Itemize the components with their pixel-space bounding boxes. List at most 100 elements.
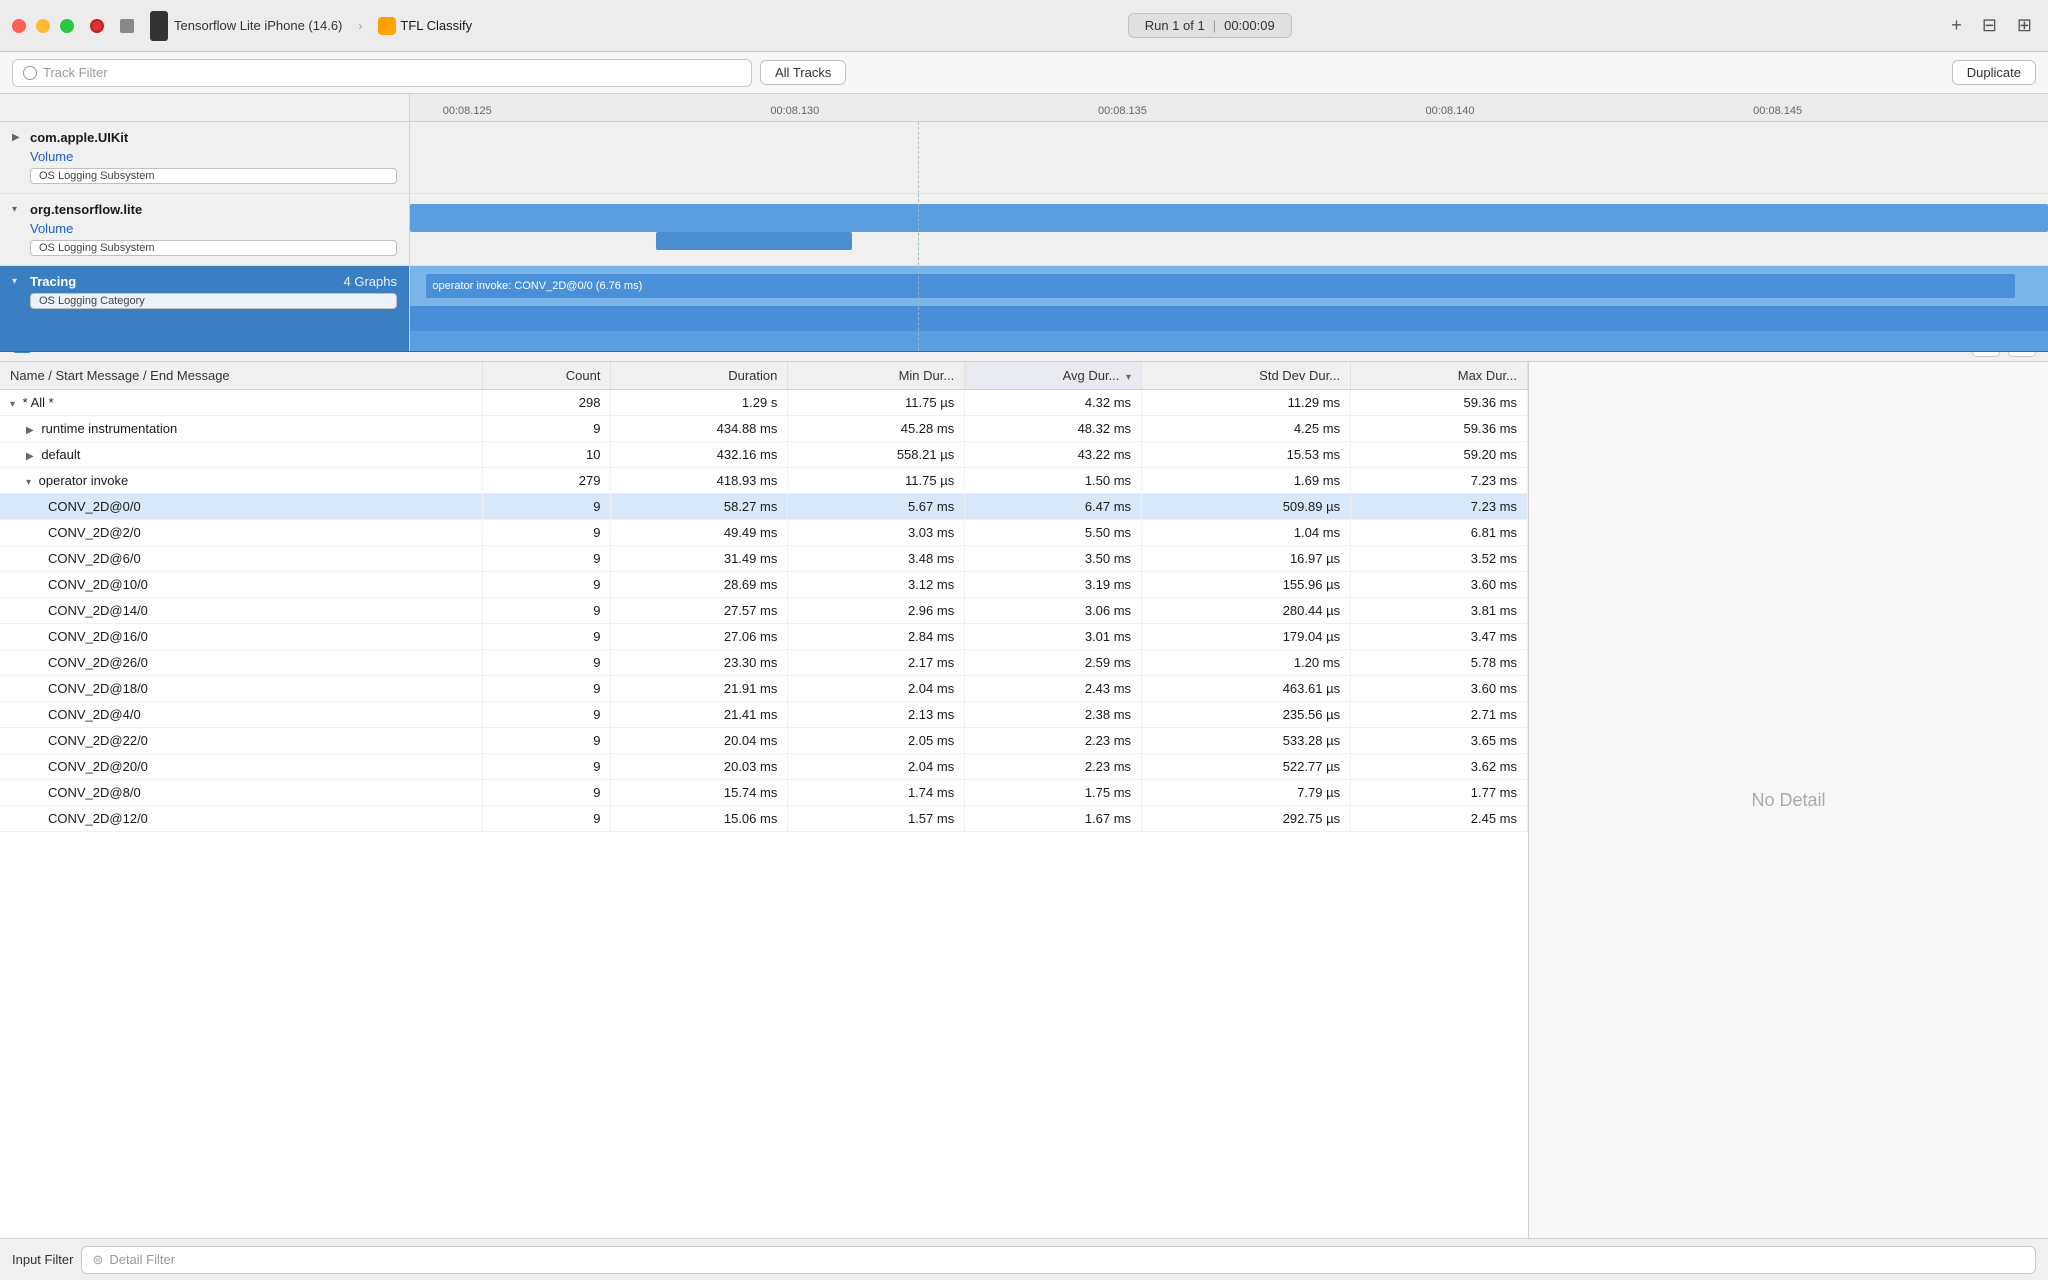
- row-duration: 20.03 ms: [611, 754, 788, 780]
- table-row[interactable]: CONV_2D@14/0 9 27.57 ms 2.96 ms 3.06 ms …: [0, 598, 1528, 624]
- row-name: CONV_2D@14/0: [48, 603, 148, 618]
- intervals-table-area[interactable]: Name / Start Message / End Message Count…: [0, 362, 1528, 1238]
- layout-button[interactable]: ⊟: [1978, 11, 2001, 40]
- row-duration: 28.69 ms: [611, 572, 788, 598]
- row-avg-dur: 2.23 ms: [965, 728, 1142, 754]
- row-min-dur: 2.04 ms: [788, 754, 965, 780]
- row-name: default: [41, 447, 80, 462]
- minimize-button[interactable]: [36, 19, 50, 33]
- row-count: 9: [482, 650, 611, 676]
- ruler-tick-2: 00:08.130: [770, 105, 819, 117]
- track-tracing-expand[interactable]: ▾: [12, 276, 24, 287]
- table-row[interactable]: CONV_2D@0/0 9 58.27 ms 5.67 ms 6.47 ms 5…: [0, 494, 1528, 520]
- col-header-avg-dur[interactable]: Avg Dur... ▾: [965, 362, 1142, 390]
- table-row[interactable]: CONV_2D@26/0 9 23.30 ms 2.17 ms 2.59 ms …: [0, 650, 1528, 676]
- row-std-dev: 235.56 µs: [1142, 702, 1351, 728]
- row-min-dur: 2.17 ms: [788, 650, 965, 676]
- row-duration: 432.16 ms: [611, 442, 788, 468]
- table-row[interactable]: CONV_2D@18/0 9 21.91 ms 2.04 ms 2.43 ms …: [0, 676, 1528, 702]
- row-duration: 15.06 ms: [611, 806, 788, 832]
- row-std-dev: 15.53 ms: [1142, 442, 1351, 468]
- col-header-duration[interactable]: Duration: [611, 362, 788, 390]
- add-button[interactable]: +: [1947, 11, 1966, 40]
- maximize-button[interactable]: [60, 19, 74, 33]
- duplicate-button[interactable]: Duplicate: [1952, 60, 2036, 85]
- row-count: 298: [482, 390, 611, 416]
- row-std-dev: 522.77 µs: [1142, 754, 1351, 780]
- row-avg-dur: 2.38 ms: [965, 702, 1142, 728]
- track-filter-input[interactable]: Track Filter: [12, 59, 752, 87]
- ruler-tick-3: 00:08.135: [1098, 105, 1147, 117]
- row-max-dur: 3.47 ms: [1351, 624, 1528, 650]
- track-tensorflow-expand[interactable]: ▾: [12, 204, 24, 215]
- row-std-dev: 179.04 µs: [1142, 624, 1351, 650]
- record-button[interactable]: [90, 19, 104, 33]
- detail-panel: No Detail: [1528, 362, 2048, 1238]
- device-chevron-icon: ›: [358, 19, 362, 33]
- row-avg-dur: 43.22 ms: [965, 442, 1142, 468]
- col-header-name[interactable]: Name / Start Message / End Message: [0, 362, 482, 390]
- table-row[interactable]: CONV_2D@10/0 9 28.69 ms 3.12 ms 3.19 ms …: [0, 572, 1528, 598]
- col-header-std-dev[interactable]: Std Dev Dur...: [1142, 362, 1351, 390]
- col-header-count[interactable]: Count: [482, 362, 611, 390]
- detail-filter-icon: ⊜: [92, 1252, 103, 1268]
- row-min-dur: 1.74 ms: [788, 780, 965, 806]
- row-avg-dur: 1.50 ms: [965, 468, 1142, 494]
- table-row[interactable]: CONV_2D@6/0 9 31.49 ms 3.48 ms 3.50 ms 1…: [0, 546, 1528, 572]
- row-avg-dur: 3.19 ms: [965, 572, 1142, 598]
- input-filter-label: Input Filter: [12, 1252, 73, 1267]
- table-row[interactable]: CONV_2D@12/0 9 15.06 ms 1.57 ms 1.67 ms …: [0, 806, 1528, 832]
- table-header-row: Name / Start Message / End Message Count…: [0, 362, 1528, 390]
- row-name: CONV_2D@22/0: [48, 733, 148, 748]
- track-tracing: ▾ Tracing 4 Graphs OS Logging Category o…: [0, 266, 2048, 352]
- table-row[interactable]: CONV_2D@8/0 9 15.74 ms 1.74 ms 1.75 ms 7…: [0, 780, 1528, 806]
- track-tensorflow-content: [410, 194, 2048, 265]
- row-max-dur: 59.20 ms: [1351, 442, 1528, 468]
- row-std-dev: 1.04 ms: [1142, 520, 1351, 546]
- detail-filter-input[interactable]: ⊜ Detail Filter: [81, 1246, 2036, 1274]
- row-std-dev: 463.61 µs: [1142, 676, 1351, 702]
- col-header-min-dur[interactable]: Min Dur...: [788, 362, 965, 390]
- ruler-tick-1: 00:08.125: [443, 105, 492, 117]
- row-std-dev: 1.20 ms: [1142, 650, 1351, 676]
- track-uikit-expand[interactable]: ▶: [12, 132, 24, 143]
- row-name: CONV_2D@26/0: [48, 655, 148, 670]
- table-row[interactable]: ▶ runtime instrumentation 9 434.88 ms 45…: [0, 416, 1528, 442]
- table-row[interactable]: ▾ * All * 298 1.29 s 11.75 µs 4.32 ms 11…: [0, 390, 1528, 416]
- track-tensorflow: ▾ org.tensorflow.lite Volume OS Logging …: [0, 194, 2048, 266]
- table-row[interactable]: CONV_2D@22/0 9 20.04 ms 2.05 ms 2.23 ms …: [0, 728, 1528, 754]
- row-expand-icon[interactable]: ▶: [26, 425, 34, 436]
- close-button[interactable]: [12, 19, 26, 33]
- tf-block-main: [410, 204, 2048, 232]
- all-tracks-button[interactable]: All Tracks: [760, 60, 846, 85]
- row-max-dur: 3.65 ms: [1351, 728, 1528, 754]
- table-row[interactable]: CONV_2D@4/0 9 21.41 ms 2.13 ms 2.38 ms 2…: [0, 702, 1528, 728]
- row-min-dur: 2.04 ms: [788, 676, 965, 702]
- run-time: 00:00:09: [1224, 18, 1275, 33]
- row-name: CONV_2D@6/0: [48, 551, 141, 566]
- row-expand-icon[interactable]: ▾: [10, 399, 15, 410]
- table-row[interactable]: CONV_2D@20/0 9 20.03 ms 2.04 ms 2.23 ms …: [0, 754, 1528, 780]
- track-uikit-content: [410, 122, 2048, 193]
- row-duration: 1.29 s: [611, 390, 788, 416]
- row-name: runtime instrumentation: [41, 421, 177, 436]
- tracing-bottom-bar: [410, 331, 2048, 351]
- row-expand-icon[interactable]: ▾: [26, 477, 31, 488]
- table-row[interactable]: CONV_2D@16/0 9 27.06 ms 2.84 ms 3.01 ms …: [0, 624, 1528, 650]
- panels-button[interactable]: ⊞: [2013, 11, 2036, 40]
- row-count: 9: [482, 572, 611, 598]
- row-count: 9: [482, 416, 611, 442]
- row-min-dur: 11.75 µs: [788, 390, 965, 416]
- track-filter-placeholder: Track Filter: [43, 65, 108, 80]
- row-max-dur: 7.23 ms: [1351, 468, 1528, 494]
- table-row[interactable]: ▶ default 10 432.16 ms 558.21 µs 43.22 m…: [0, 442, 1528, 468]
- table-row[interactable]: ▾ operator invoke 279 418.93 ms 11.75 µs…: [0, 468, 1528, 494]
- pause-button[interactable]: [120, 19, 134, 33]
- row-std-dev: 11.29 ms: [1142, 390, 1351, 416]
- row-expand-icon[interactable]: ▶: [26, 451, 34, 462]
- timeline-ruler: 00:08.125 00:08.130 00:08.135 00:08.140 …: [0, 94, 2048, 122]
- table-row[interactable]: CONV_2D@2/0 9 49.49 ms 3.03 ms 5.50 ms 1…: [0, 520, 1528, 546]
- row-avg-dur: 48.32 ms: [965, 416, 1142, 442]
- row-name: CONV_2D@8/0: [48, 785, 141, 800]
- col-header-max-dur[interactable]: Max Dur...: [1351, 362, 1528, 390]
